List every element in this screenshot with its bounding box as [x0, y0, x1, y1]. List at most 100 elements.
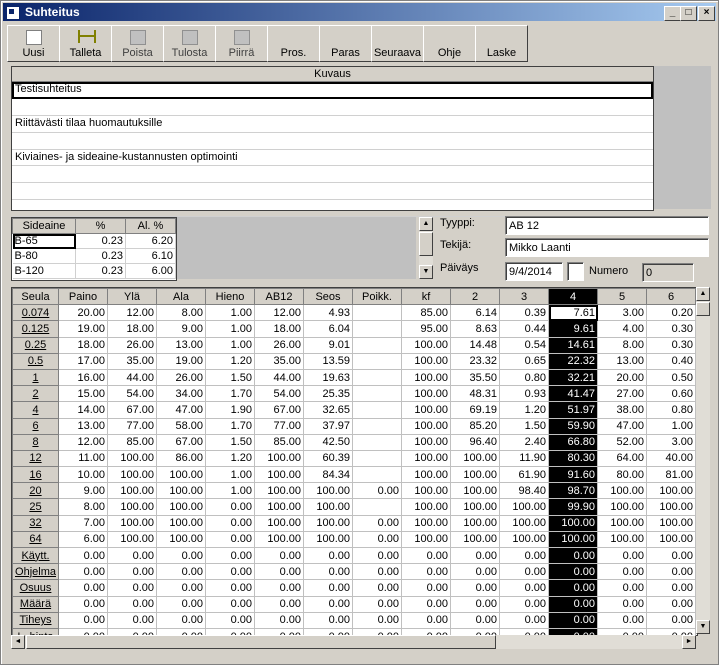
- sideaine-column-header[interactable]: Al. %: [125, 218, 176, 234]
- grid-cell[interactable]: 19.00: [156, 353, 206, 370]
- scroll-thumb[interactable]: [419, 232, 433, 256]
- grid-cell[interactable]: 1.00: [205, 304, 255, 322]
- grid-cell[interactable]: 0.20: [646, 304, 696, 322]
- scroll-left-icon[interactable]: ◄: [11, 635, 25, 649]
- grid-cell[interactable]: 81.00: [646, 466, 696, 484]
- toolbar-button-pros[interactable]: Pros.: [267, 25, 320, 62]
- grid-cell[interactable]: 16.00: [58, 369, 108, 387]
- grid-row-header[interactable]: 0.25: [12, 336, 59, 354]
- grid-cell[interactable]: 100.00: [401, 450, 451, 468]
- sideaine-cell[interactable]: 6.10: [125, 248, 176, 264]
- grid-cell[interactable]: 0.44: [499, 320, 549, 338]
- grid-cell[interactable]: 47.00: [156, 401, 206, 419]
- grid-row-header[interactable]: Tiheys: [12, 611, 59, 629]
- grid-cell[interactable]: 0.00: [254, 579, 304, 597]
- grid-cell[interactable]: 100.00: [401, 401, 451, 419]
- grid-row-header[interactable]: 4: [12, 401, 59, 419]
- grid-cell[interactable]: 0.00: [548, 579, 598, 597]
- grid-cell[interactable]: 13.00: [58, 418, 108, 435]
- grid-cell[interactable]: 1.50: [205, 434, 255, 451]
- grid-cell[interactable]: 23.32: [450, 353, 500, 370]
- grid-cell[interactable]: 8.00: [58, 498, 108, 516]
- grid-cell[interactable]: [352, 304, 402, 322]
- grid-cell[interactable]: 0.00: [107, 563, 157, 581]
- grid-cell[interactable]: [352, 401, 402, 419]
- grid-cell[interactable]: 100.00: [646, 482, 696, 500]
- grid-cell[interactable]: 96.40: [450, 434, 500, 451]
- scroll-thumb[interactable]: [26, 635, 496, 649]
- grid-cell[interactable]: 0.80: [646, 401, 696, 419]
- grid-cell[interactable]: 0.00: [646, 579, 696, 597]
- grid-cell[interactable]: 0.00: [58, 563, 108, 581]
- grid-row-header[interactable]: Ohjelma: [12, 563, 59, 581]
- grid-cell[interactable]: 2.40: [499, 434, 549, 451]
- grid-cell[interactable]: 0.00: [107, 579, 157, 597]
- grid-cell[interactable]: 0.60: [646, 385, 696, 403]
- maximize-button[interactable]: □: [680, 6, 697, 21]
- grid-cell[interactable]: 4.93: [303, 304, 353, 322]
- grid-cell[interactable]: 0.00: [352, 563, 402, 581]
- grid-cell[interactable]: 0.00: [254, 563, 304, 581]
- grid-cell[interactable]: 100.00: [107, 450, 157, 468]
- grid-cell[interactable]: [352, 434, 402, 451]
- grid-cell[interactable]: [352, 418, 402, 435]
- grid-cell[interactable]: 0.00: [548, 563, 598, 581]
- grid-cell[interactable]: 77.00: [254, 418, 304, 435]
- grid-row-header[interactable]: 6: [12, 417, 59, 435]
- grid-cell[interactable]: 0.00: [352, 482, 402, 500]
- grid-cell[interactable]: 48.31: [450, 385, 500, 403]
- scroll-up-icon[interactable]: ▲: [696, 287, 710, 301]
- grid-row-header[interactable]: 0.5: [12, 352, 59, 370]
- grid-cell[interactable]: 0.00: [107, 596, 157, 613]
- grid-cell[interactable]: 0.00: [450, 579, 500, 597]
- grid-column-header[interactable]: 2: [450, 288, 500, 306]
- grid-cell[interactable]: 100.00: [646, 531, 696, 549]
- scroll-right-icon[interactable]: ►: [682, 635, 696, 649]
- grid-cell[interactable]: 100.00: [401, 482, 451, 500]
- kuvaus-row[interactable]: [12, 200, 653, 218]
- grid-cell[interactable]: 0.00: [597, 563, 647, 581]
- grid-column-header[interactable]: 3: [499, 288, 549, 306]
- grid-cell[interactable]: 40.00: [646, 450, 696, 468]
- grid-cell[interactable]: 100.00: [107, 466, 157, 484]
- grid-cell[interactable]: 91.60: [548, 466, 598, 484]
- grid-cell[interactable]: 1.70: [205, 418, 255, 435]
- grid-cell[interactable]: 80.30: [548, 450, 598, 468]
- kuvaus-row[interactable]: [12, 133, 653, 150]
- toolbar-button-tulosta[interactable]: Tulosta: [163, 25, 216, 62]
- grid-cell[interactable]: 0.00: [58, 579, 108, 597]
- grid-cell[interactable]: 0.00: [401, 563, 451, 581]
- grid-cell[interactable]: 100.00: [401, 418, 451, 435]
- grid-cell[interactable]: 0.40: [646, 353, 696, 370]
- grid-cell[interactable]: 100.00: [254, 498, 304, 516]
- grid-row-header[interactable]: 8: [12, 433, 59, 451]
- grid-cell[interactable]: 0.00: [499, 579, 549, 597]
- grid-cell[interactable]: 80.00: [597, 466, 647, 484]
- grid-cell[interactable]: 0.00: [597, 596, 647, 613]
- sideaine-row[interactable]: B-65 0.23 6.20: [12, 233, 176, 249]
- grid-cell[interactable]: 100.00: [548, 515, 598, 532]
- grid-cell[interactable]: 0.00: [156, 563, 206, 581]
- grid-cell[interactable]: 0.00: [401, 612, 451, 629]
- grid-cell[interactable]: 9.00: [58, 482, 108, 500]
- grid-cell[interactable]: 85.00: [401, 304, 451, 322]
- scroll-up-icon[interactable]: ▲: [419, 217, 433, 231]
- grid-cell[interactable]: 13.00: [597, 353, 647, 370]
- grid-cell[interactable]: 0.00: [156, 547, 206, 565]
- grid-cell[interactable]: 19.00: [58, 320, 108, 338]
- grid-cell[interactable]: 8.00: [156, 304, 206, 322]
- grid-cell[interactable]: 100.00: [450, 450, 500, 468]
- grid-cell[interactable]: 44.00: [107, 369, 157, 387]
- grid-cell[interactable]: 64.00: [597, 450, 647, 468]
- grid-cell[interactable]: 0.00: [58, 596, 108, 613]
- grid-cell[interactable]: 3.00: [597, 304, 647, 322]
- grid-cell[interactable]: 0.00: [303, 579, 353, 597]
- grid-row-header[interactable]: 20: [12, 482, 59, 500]
- grid-cell[interactable]: 0.00: [205, 612, 255, 629]
- grid-cell[interactable]: 10.00: [58, 466, 108, 484]
- grid-cell[interactable]: 0.00: [352, 515, 402, 532]
- grid-cell[interactable]: 100.00: [401, 385, 451, 403]
- grid-cell[interactable]: 9.01: [303, 337, 353, 354]
- grid-cell[interactable]: 1.00: [646, 418, 696, 435]
- grid-row-header[interactable]: Osuus: [12, 579, 59, 597]
